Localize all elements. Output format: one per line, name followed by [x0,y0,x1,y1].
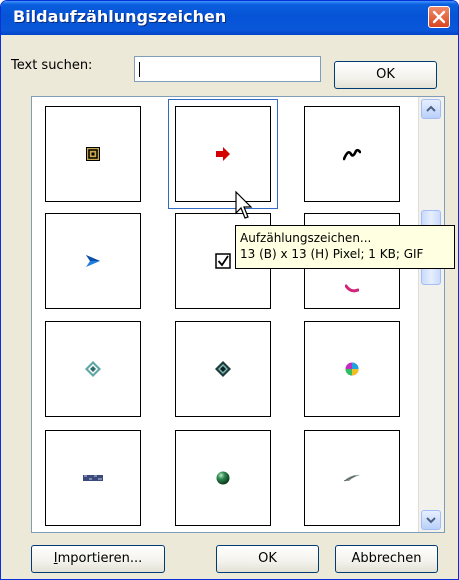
close-button[interactable] [428,6,450,28]
text-caret [139,62,140,77]
gallery-item[interactable] [45,106,141,202]
gallery-item-selected[interactable] [168,99,278,209]
close-icon [432,10,446,24]
bullet-gallery[interactable] [31,96,445,533]
black-swirl-bullet-icon [343,148,361,161]
title-bar[interactable]: Bildaufzählungszeichen [1,1,458,35]
search-label: Text suchen: [11,58,93,73]
teal-diamond-bullet-icon [85,361,101,377]
dark-diamond-bullet-icon [215,361,231,377]
gallery-item[interactable] [175,430,271,526]
red-arrow-bullet-icon [216,147,230,161]
square-spiral-bullet-icon [86,147,100,161]
search-ok-button[interactable]: OK [334,61,437,89]
gallery-item[interactable] [45,321,141,417]
search-input[interactable] [134,56,321,82]
vertical-scrollbar[interactable] [418,97,444,532]
gallery-item[interactable] [175,321,271,417]
gallery-item[interactable] [304,430,400,526]
chevron-down-icon [426,517,436,524]
gallery-item[interactable] [304,106,400,202]
import-button[interactable]: Importieren... [31,545,165,573]
import-label: mportieren... [57,551,143,566]
feather-bullet-icon [343,474,360,482]
gallery-item[interactable] [45,213,141,309]
item-tooltip: Aufzählungszeichen... 13 (B) x 13 (H) Pi… [235,225,455,269]
cancel-button[interactable]: Abbrechen [335,545,438,573]
scroll-up-button[interactable] [421,99,441,119]
gallery-item[interactable] [304,321,400,417]
chevron-up-icon [426,105,436,112]
window-title: Bildaufzählungszeichen [13,7,227,26]
rainbow-ball-bullet-icon [345,362,359,376]
checkbox-bullet-icon [215,253,231,269]
ok-button[interactable]: OK [216,545,319,573]
textured-bar-bullet-icon [83,475,103,481]
tooltip-title: Aufzählungszeichen... [240,231,372,245]
bullet-picture-dialog: Bildaufzählungszeichen Text suchen: OK A… [0,0,459,580]
mouse-pointer-icon [235,191,253,219]
pink-swoosh-bullet-icon [345,284,359,293]
scroll-down-button[interactable] [421,510,441,530]
tooltip-details: 13 (B) x 13 (H) Pixel; 1 KB; GIF [240,247,424,261]
gallery-item[interactable] [45,430,141,526]
blue-arrowhead-bullet-icon [86,255,100,267]
green-sphere-bullet-icon [216,471,230,485]
